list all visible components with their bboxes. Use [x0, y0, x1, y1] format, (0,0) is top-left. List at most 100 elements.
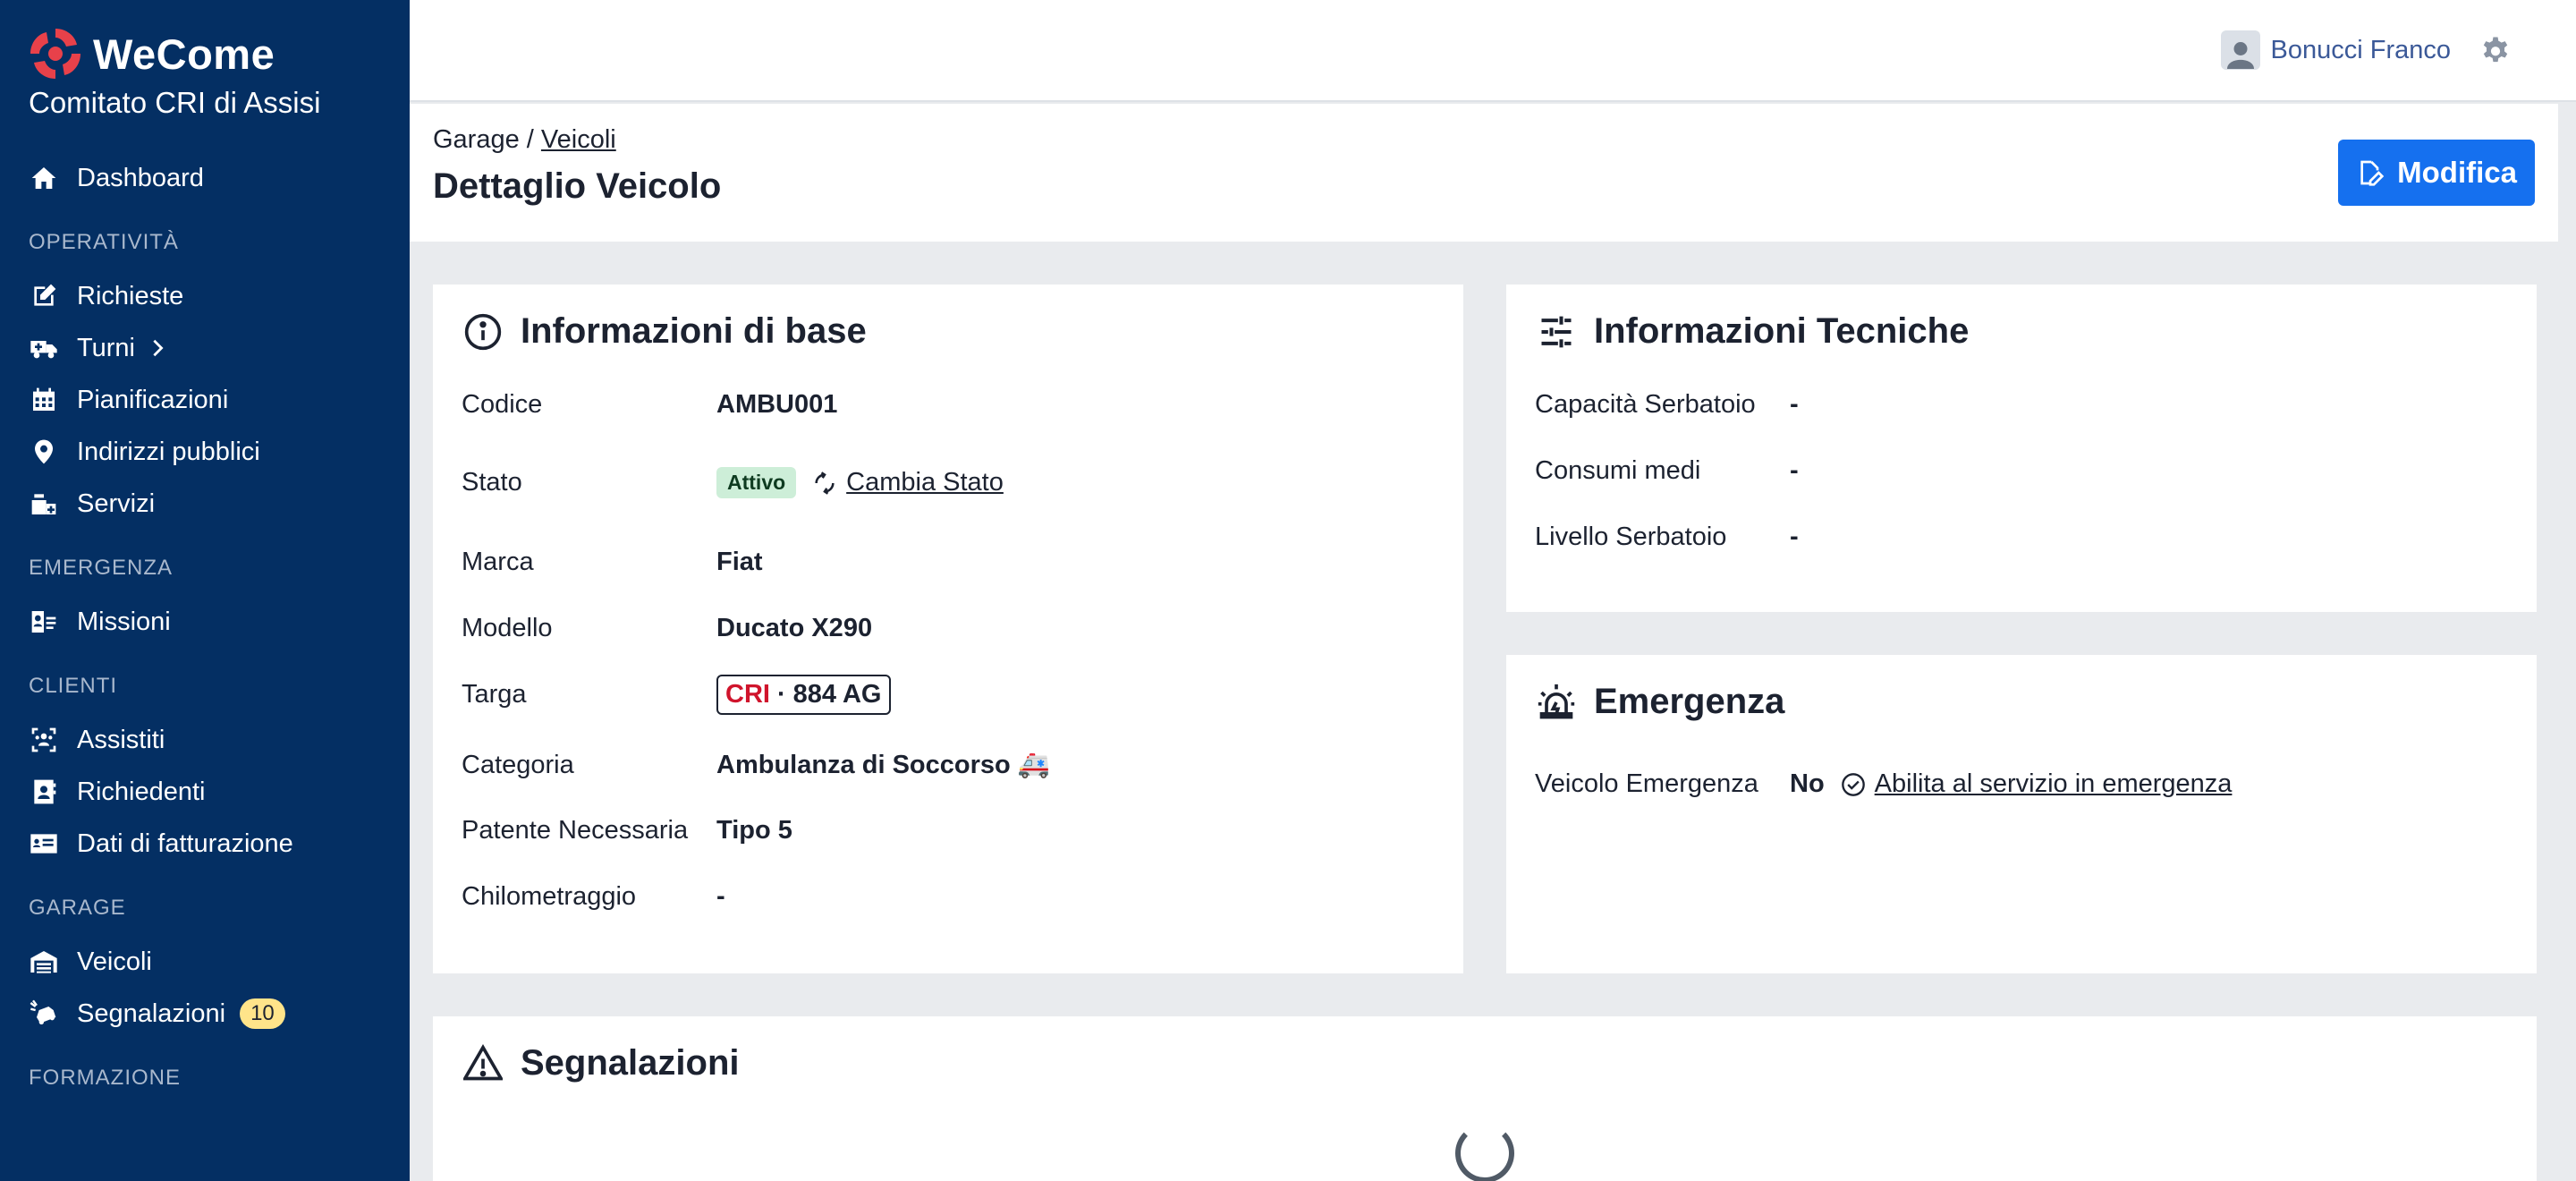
car-crash-icon: [29, 998, 59, 1029]
loading-spinner: [1455, 1124, 1514, 1181]
user-name: Bonucci Franco: [2270, 35, 2452, 64]
nav-section-clienti: CLIENTI: [29, 674, 118, 698]
chevron-right-icon: [153, 339, 164, 357]
sidebar-item-richieste[interactable]: Richieste: [0, 270, 410, 322]
license-plate: CRI · 884 AG: [716, 675, 891, 715]
info-label: Marca: [462, 548, 534, 576]
emergency-title-text: Emergenza: [1594, 682, 1785, 721]
base-info-title-text: Informazioni di base: [521, 311, 867, 351]
sidebar-item-label: Richieste: [77, 281, 184, 310]
sidebar-item-indirizzi[interactable]: Indirizzi pubblici: [0, 426, 410, 478]
warning-triangle-icon: [463, 1043, 503, 1080]
sidebar-item-label: Servizi: [77, 489, 156, 518]
sidebar-item-label: Pianificazioni: [77, 385, 229, 414]
sidebar-item-servizi[interactable]: Servizi: [0, 478, 410, 530]
info-value: -: [1790, 390, 1799, 419]
sidebar-item-turni[interactable]: Turni: [0, 322, 410, 374]
plate-separator: ·: [776, 680, 786, 709]
sidebar-item-label: Segnalazioni: [77, 998, 226, 1028]
info-row-stato: Stato Attivo Cambia Stato: [462, 467, 1004, 498]
sidebar-item-segnalazioni[interactable]: Segnalazioni 10: [0, 988, 410, 1040]
page-title: Dettaglio Veicolo: [433, 166, 722, 206]
wecome-logo-icon: [30, 29, 80, 79]
garage-icon: [29, 947, 59, 977]
avatar: [2220, 30, 2260, 70]
info-row-categoria: Categoria Ambulanza di Soccorso 🚑: [462, 750, 1050, 780]
sliders-icon: [1541, 316, 1572, 347]
contact-book-icon: [29, 777, 59, 807]
info-row-modello: Modello Ducato X290: [462, 614, 872, 643]
location-pin-icon: [29, 437, 59, 467]
edit-button[interactable]: Modifica: [2338, 140, 2535, 206]
tech-row-capacita: Capacità Serbatoio -: [1535, 390, 1799, 420]
info-value: AMBU001: [716, 390, 838, 419]
enable-emergency-link[interactable]: Abilita al servizio in emergenza: [1841, 769, 2233, 799]
info-label: Veicolo Emergenza: [1535, 769, 1758, 798]
sidebar-item-pianificazioni[interactable]: Pianificazioni: [0, 374, 410, 426]
gear-icon[interactable]: [2479, 36, 2512, 68]
info-label: Consumi medi: [1535, 456, 1701, 485]
sidebar-item-label: Dati di fatturazione: [77, 828, 293, 858]
sidebar-item-label: Veicoli: [77, 947, 152, 976]
info-label: Capacità Serbatoio: [1535, 390, 1756, 419]
base-info-card: Informazioni di base Codice AMBU001 Stat…: [433, 285, 1463, 973]
info-label: Categoria: [462, 750, 574, 779]
nav-section-operativita: OPERATIVITÀ: [29, 230, 179, 254]
nav-section-formazione: FORMAZIONE: [29, 1066, 181, 1090]
user-menu[interactable]: Bonucci Franco: [2220, 30, 2452, 70]
info-value: Ambulanza di Soccorso 🚑: [716, 751, 1050, 779]
sidebar-item-fatturazione[interactable]: Dati di fatturazione: [0, 818, 410, 870]
plate-prefix: CRI: [725, 680, 770, 709]
info-row-targa: Targa CRI · 884 AG: [462, 675, 891, 715]
info-label: Targa: [462, 680, 527, 709]
siren-icon: [1538, 684, 1575, 718]
breadcrumb-link-veicoli[interactable]: Veicoli: [541, 125, 616, 154]
users-scan-icon: [29, 725, 59, 755]
sidebar-item-dashboard[interactable]: Dashboard: [0, 152, 410, 204]
emergency-row: Veicolo Emergenza No Abilita al servizio…: [1535, 769, 2232, 799]
enable-emergency-label: Abilita al servizio in emergenza: [1874, 769, 2233, 798]
info-row-chilometraggio: Chilometraggio -: [462, 882, 725, 912]
edit-icon: [29, 281, 59, 311]
info-label: Patente Necessaria: [462, 816, 689, 845]
sidebar-item-label: Indirizzi pubblici: [77, 437, 260, 466]
home-icon: [29, 163, 59, 193]
billing-card-icon: [29, 828, 59, 859]
tech-info-title-text: Informazioni Tecniche: [1594, 311, 1970, 351]
sidebar-item-missioni[interactable]: Missioni: [0, 596, 410, 648]
tech-info-title: Informazioni Tecniche: [1537, 311, 1969, 352]
tech-row-livello: Livello Serbatoio -: [1535, 523, 1799, 552]
sidebar-item-label: Turni: [77, 333, 135, 362]
user-icon: [2226, 42, 2254, 69]
base-info-title: Informazioni di base: [463, 311, 867, 352]
tech-row-consumi: Consumi medi -: [1535, 456, 1799, 486]
info-row-codice: Codice AMBU001: [462, 390, 837, 420]
reports-title-text: Segnalazioni: [521, 1043, 740, 1083]
sidebar-item-richiedenti[interactable]: Richiedenti: [0, 766, 410, 818]
sidebar-item-veicoli[interactable]: Veicoli: [0, 936, 410, 988]
sidebar-nav: Dashboard OPERATIVITÀ Richieste Turni Pi…: [0, 152, 410, 1093]
services-icon: [29, 489, 59, 519]
sidebar-item-assistiti[interactable]: Assistiti: [0, 714, 410, 766]
breadcrumb-separator: /: [526, 125, 534, 154]
info-value: Ducato X290: [716, 614, 873, 642]
reports-card: Segnalazioni: [433, 1016, 2537, 1181]
info-value: Tipo 5: [716, 816, 792, 845]
info-label: Livello Serbatoio: [1535, 523, 1727, 551]
calendar-icon: [29, 385, 59, 415]
breadcrumb-root: Garage: [433, 125, 520, 154]
refresh-icon: [815, 471, 835, 495]
sidebar-item-label: Dashboard: [77, 163, 204, 192]
info-value: Fiat: [716, 548, 763, 576]
emergency-value: No: [1790, 769, 1825, 798]
brand[interactable]: WeCome: [27, 25, 275, 82]
plate-number: 884 AG: [792, 680, 882, 709]
breadcrumb: Garage / Veicoli: [433, 125, 616, 155]
tech-info-card: Informazioni Tecniche Capacità Serbatoio…: [1506, 285, 2537, 612]
edit-document-icon: [2360, 160, 2385, 186]
info-row-patente: Patente Necessaria Tipo 5: [462, 816, 792, 845]
change-status-link[interactable]: Cambia Stato: [812, 468, 1004, 497]
change-status-label: Cambia Stato: [846, 468, 1004, 497]
sidebar-item-label: Assistiti: [77, 725, 165, 754]
info-label: Codice: [462, 390, 543, 419]
